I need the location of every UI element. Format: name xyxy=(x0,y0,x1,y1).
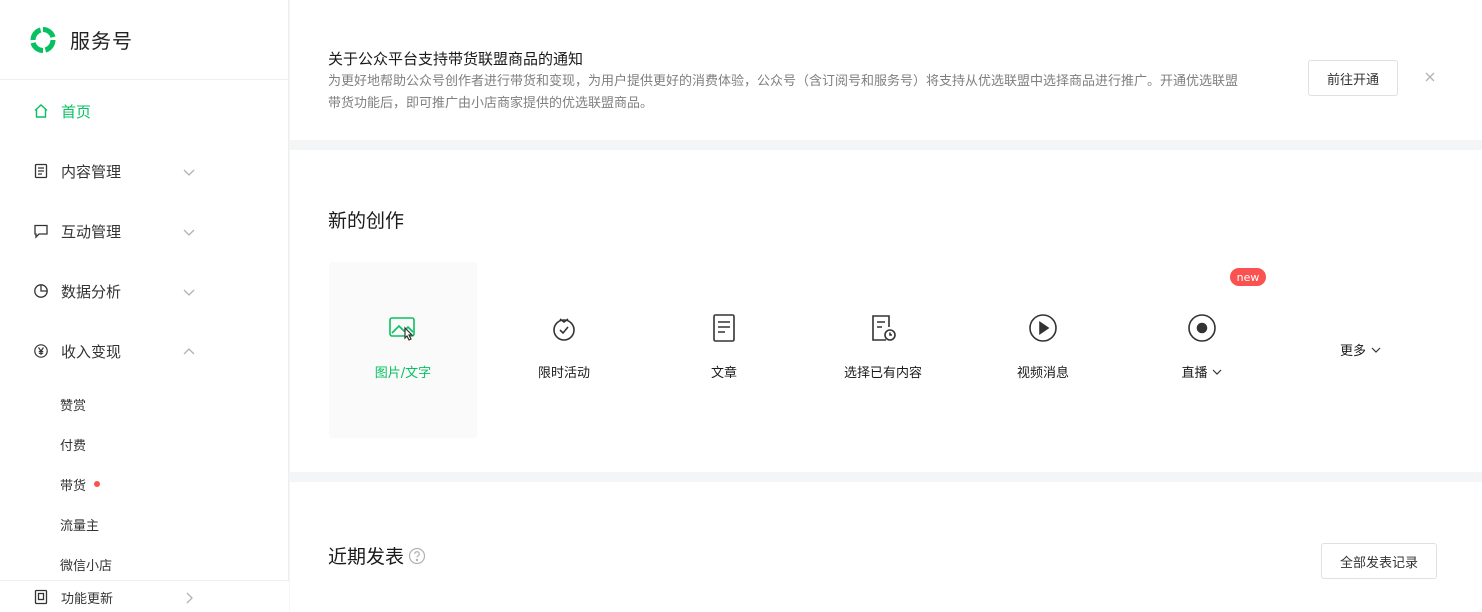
book-icon xyxy=(32,588,50,606)
notice-banner: 关于公众平台支持带货联盟商品的通知 为更好地帮助公众号创作者进行带货和变现，为用… xyxy=(290,0,1482,140)
tile-label: 直播 xyxy=(1181,366,1208,381)
create-existing-content-tile[interactable]: 选择已有内容 xyxy=(809,262,957,438)
create-image-text-tile[interactable]: 图片/文字 xyxy=(329,262,477,438)
sidebar-subitem-label: 付费 xyxy=(60,438,87,454)
sidebar: 服务号 首页 内容管理 互动管理 数据分析 收入变现 赞赏 付费 带货 流量主 … xyxy=(0,0,289,612)
sidebar-footer: 功能更新 xyxy=(0,580,289,612)
sidebar-subitem-paid[interactable]: 付费 xyxy=(60,432,86,456)
create-video-message-tile[interactable]: 视频消息 xyxy=(969,262,1117,438)
notice-description: 为更好地帮助公众号创作者进行带货和变现，为用户提供更好的消费体验，公众号（含订阅… xyxy=(328,74,1239,111)
chat-bubble-icon xyxy=(32,222,50,240)
all-posts-button[interactable]: 全部发表记录 xyxy=(1321,543,1438,579)
sidebar-item-label: 内容管理 xyxy=(61,162,122,181)
notification-dot xyxy=(94,481,101,487)
recent-title-row: 近期发表 xyxy=(328,542,426,569)
sidebar-item-home[interactable]: 首页 xyxy=(0,91,289,131)
home-icon xyxy=(32,102,50,120)
notice-open-button[interactable]: 前往开通 xyxy=(1308,60,1399,96)
sidebar-subitem-reward[interactable]: 赞赏 xyxy=(60,392,86,416)
more-label: 更多 xyxy=(1340,344,1367,359)
chevron-down-icon xyxy=(183,169,195,176)
create-timed-activity-tile[interactable]: 限时活动 xyxy=(490,262,638,438)
sidebar-item-label: 功能更新 xyxy=(61,591,114,607)
close-icon[interactable] xyxy=(1423,70,1437,84)
pie-chart-icon xyxy=(32,282,50,300)
recent-posts-card: 近期发表 全部发表记录 xyxy=(290,482,1482,612)
more-dropdown[interactable]: 更多 xyxy=(1340,340,1382,359)
yen-icon xyxy=(32,342,50,360)
chevron-down-icon xyxy=(1371,347,1381,353)
sidebar-subitem-ads[interactable]: 流量主 xyxy=(60,512,99,536)
sidebar-item-updates[interactable]: 功能更新 xyxy=(0,577,289,612)
tile-label: 图片/文字 xyxy=(374,366,432,381)
tile-label: 视频消息 xyxy=(1016,366,1069,381)
create-live-tile[interactable]: 直播 xyxy=(1128,262,1276,438)
sidebar-item-content[interactable]: 内容管理 xyxy=(0,151,289,191)
sidebar-item-analytics[interactable]: 数据分析 xyxy=(0,271,289,311)
sidebar-item-label: 数据分析 xyxy=(61,282,122,301)
tile-label: 选择已有内容 xyxy=(843,366,922,381)
brand-name: 服务号 xyxy=(70,29,133,53)
sidebar-item-label: 收入变现 xyxy=(61,342,122,361)
live-record-icon xyxy=(1188,314,1216,342)
video-play-icon xyxy=(1029,314,1057,342)
brand-header[interactable]: 服务号 xyxy=(0,0,288,80)
sidebar-item-label: 首页 xyxy=(61,102,92,121)
sidebar-subitem-label: 微信小店 xyxy=(60,558,113,574)
section-title: 近期发表 xyxy=(328,546,405,568)
sidebar-subitem-shop[interactable]: 微信小店 xyxy=(60,552,112,576)
document-icon xyxy=(32,162,50,180)
sidebar-subitem-commerce[interactable]: 带货 xyxy=(60,472,101,496)
article-icon xyxy=(713,314,735,342)
chevron-down-icon xyxy=(183,229,195,236)
sidebar-item-monetization[interactable]: 收入变现 xyxy=(0,331,289,371)
sidebar-subitem-label: 带货 xyxy=(60,478,87,494)
sidebar-item-interaction[interactable]: 互动管理 xyxy=(0,211,289,251)
tile-label-with-dropdown: 直播 xyxy=(1181,362,1222,381)
tile-label: 限时活动 xyxy=(537,366,590,381)
sidebar-subitem-label: 流量主 xyxy=(60,518,100,534)
main-content: 关于公众平台支持带货联盟商品的通知 为更好地帮助公众号创作者进行带货和变现，为用… xyxy=(290,0,1482,612)
help-icon[interactable] xyxy=(408,547,426,565)
chevron-right-icon xyxy=(186,592,193,604)
chevron-down-icon xyxy=(183,289,195,296)
chevron-down-icon xyxy=(1212,369,1221,375)
existing-content-icon xyxy=(872,315,896,341)
notice-title: 关于公众平台支持带货联盟商品的通知 xyxy=(328,50,584,68)
image-text-icon xyxy=(389,317,415,341)
new-creation-card: 新的创作 图片/文字 限时活动 文章 选择已有内容 视频消息 直播 new 更多 xyxy=(290,150,1482,472)
tile-label: 文章 xyxy=(710,366,737,381)
new-badge: new xyxy=(1230,268,1266,286)
chevron-up-icon xyxy=(183,348,195,355)
section-title: 新的创作 xyxy=(328,210,405,232)
sidebar-item-label: 互动管理 xyxy=(61,222,122,241)
timer-activity-icon xyxy=(553,318,575,341)
create-article-tile[interactable]: 文章 xyxy=(650,262,798,438)
wechat-service-logo-icon xyxy=(30,26,56,53)
sidebar-subitem-label: 赞赏 xyxy=(60,398,87,414)
